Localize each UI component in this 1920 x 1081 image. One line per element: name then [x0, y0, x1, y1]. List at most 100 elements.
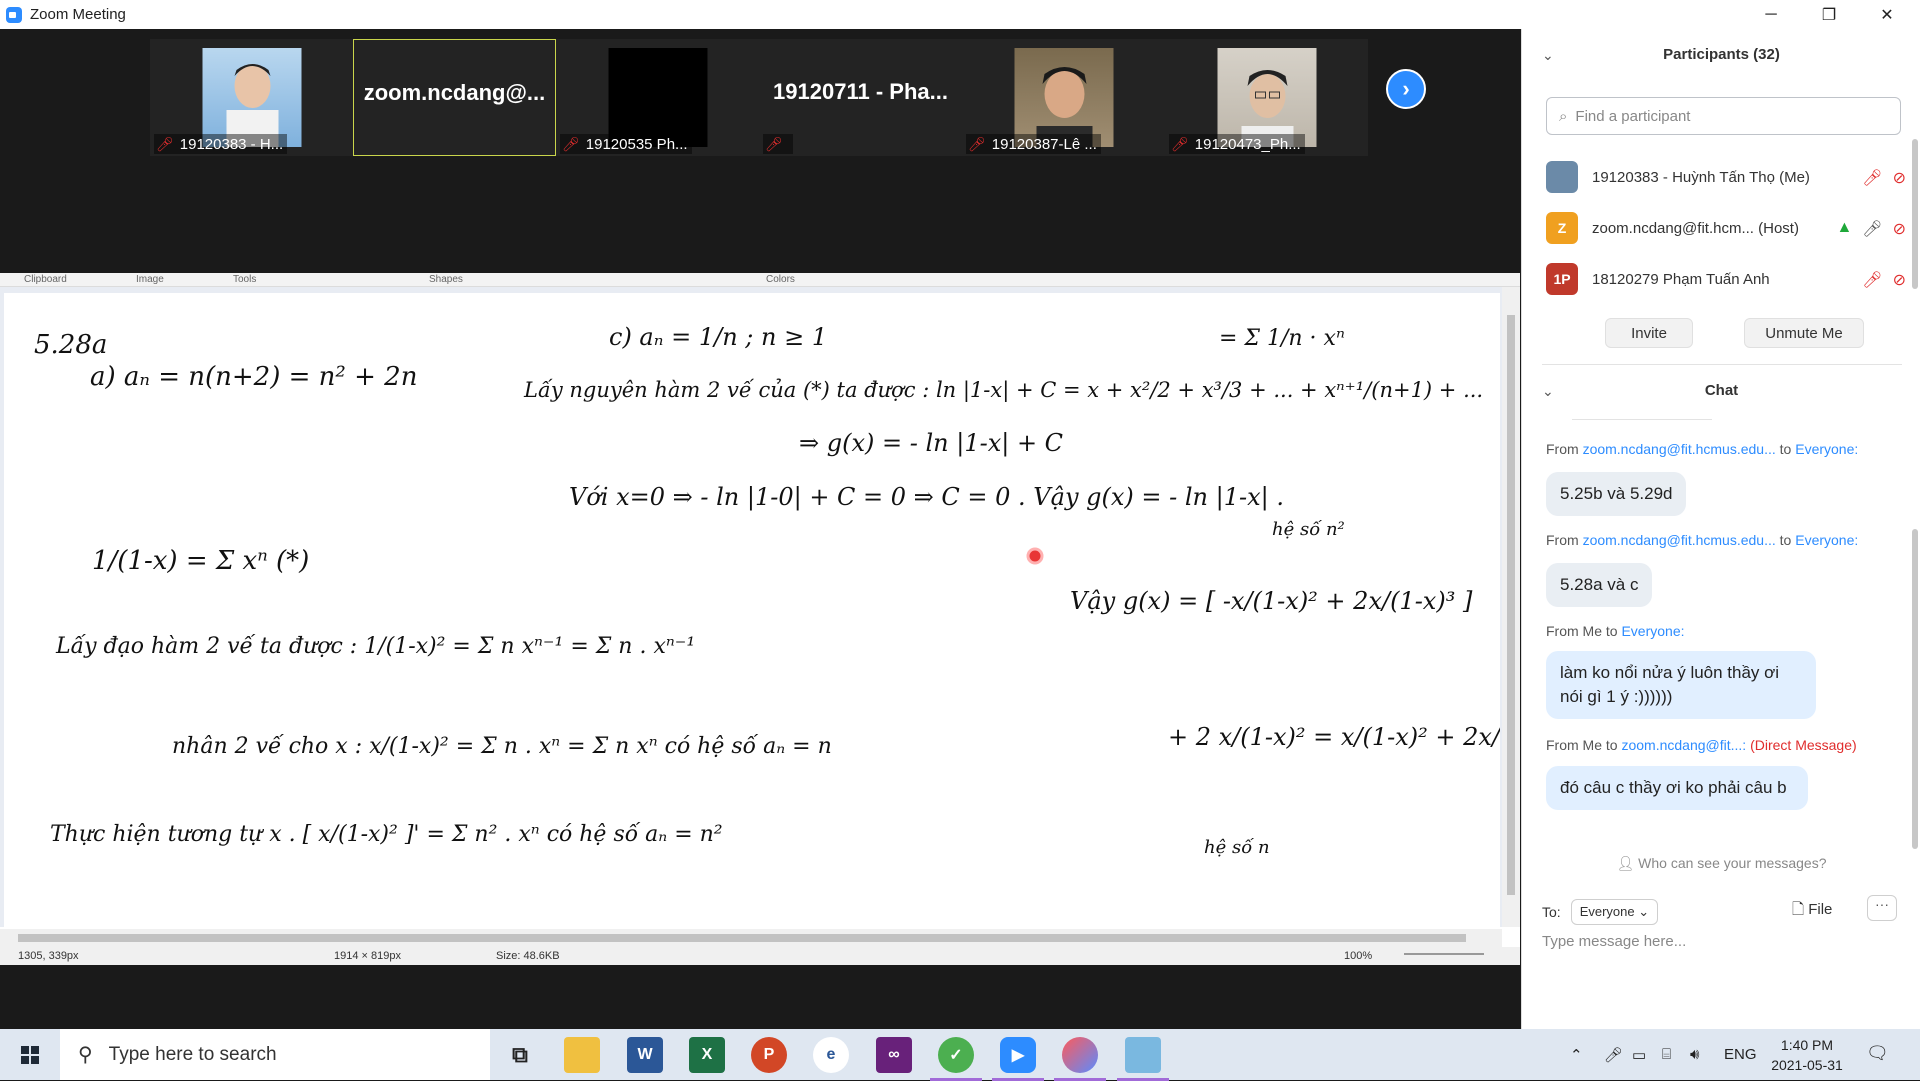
visual-studio-icon[interactable]: ∞ [876, 1037, 912, 1073]
canvas-area: 5.28a a) aₙ = n(n+2) = n² + 2n c) aₙ = 1… [0, 287, 1565, 929]
chat-title: Chat [1704, 382, 1739, 399]
math-line: hệ số n [1204, 837, 1270, 858]
battery-icon[interactable]: ▭ [1632, 1029, 1646, 1080]
ribbon-group-shapes[interactable]: Shapes [429, 274, 463, 285]
screen-share-icon: ▲ [1836, 219, 1853, 236]
to-label: To: [1542, 904, 1561, 920]
invite-button[interactable]: Invite [1605, 318, 1693, 348]
search-icon: ⚲ [78, 1044, 93, 1066]
video-off-icon: ⊘ [1892, 170, 1906, 187]
paint-icon[interactable] [1117, 1037, 1169, 1081]
muted-mic-icon: 🎤︎ [562, 135, 580, 152]
video-thumbnail[interactable]: 🎤︎ 19120473_Ph... [1165, 39, 1368, 156]
window-title: Zoom Meeting [30, 6, 126, 23]
paint3d-icon[interactable] [1054, 1037, 1106, 1081]
microphone-icon[interactable]: 🎤︎ [1604, 1029, 1623, 1080]
recipient-row: To: Everyone ⌄ [1542, 899, 1659, 925]
video-thumbnail[interactable]: 🎤︎ 19120535 Ph... [556, 39, 759, 156]
avatar: 1P [1546, 263, 1578, 295]
video-thumbnail-active-speaker[interactable]: zoom.ncdang@... [353, 39, 556, 156]
participant-photo [1217, 48, 1316, 147]
paint-ribbon: Clipboard Image Tools Shapes Colors [0, 273, 1520, 287]
participant-row[interactable]: 1P 18120279 Phạm Tuấn Anh 🎤︎ ⊘ [1546, 262, 1906, 296]
meeting-area: 🎤︎ 19120383 - H... zoom.ncdang@... 🎤︎ 1912… [0, 29, 1565, 1029]
muted-mic-icon: 🎤︎ [156, 135, 174, 152]
thumbnail-label: 🎤︎ 19120387-Lê ... [966, 134, 1101, 154]
math-line: nhân 2 vế cho x : x/(1-x)² = Σ n . xⁿ = … [172, 733, 832, 759]
network-icon[interactable]: ⌸ [1662, 1029, 1671, 1080]
file-explorer-icon[interactable] [564, 1037, 600, 1073]
title-bar: Zoom Meeting ─ ❐ ✕ [0, 0, 1920, 29]
math-line: Vậy g(x) = [ -x/(1-x)² + 2x/(1-x)³ ] [1070, 587, 1473, 615]
participants-scrollbar[interactable] [1912, 139, 1918, 289]
math-line: = Σ 1/n · xⁿ [1219, 326, 1345, 351]
participant-row[interactable]: 19120383 - Huỳnh Tấn Thọ (Me) 🎤︎ ⊘ [1546, 160, 1906, 194]
video-thumbnail[interactable]: 🎤︎ 19120383 - H... [150, 39, 353, 156]
zoom-slider[interactable] [1404, 953, 1484, 955]
recipient-link[interactable]: Everyone: [1795, 532, 1858, 548]
chat-scrollbar[interactable] [1912, 529, 1918, 849]
file-icon: 🗋︎ [1792, 901, 1809, 918]
file-button[interactable]: 🗋︎ File [1792, 899, 1832, 924]
notifications-icon[interactable]: 🗨︎ [1866, 1043, 1889, 1064]
windows-taskbar: ⚲ Type here to search ⧉ W X P e ∞ ✓ ▶ ⌃ 🎤… [0, 1029, 1920, 1081]
green-app-icon[interactable]: ✓ [930, 1037, 982, 1081]
taskbar-search-input[interactable]: ⚲ Type here to search [60, 1029, 490, 1080]
powerpoint-icon[interactable]: P [751, 1037, 787, 1073]
math-line: Thực hiện tương tự x . [ x/(1-x)² ]' = Σ… [50, 821, 723, 847]
avatar [1546, 161, 1578, 193]
thumbnail-label: 🎤︎ 19120383 - H... [154, 134, 288, 154]
unmute-me-button[interactable]: Unmute Me [1744, 318, 1864, 348]
edge-icon[interactable]: e [813, 1037, 849, 1073]
avatar: Z [1546, 212, 1578, 244]
show-hidden-icons-chevron-icon[interactable]: ⌃ [1570, 1029, 1583, 1080]
sender-link[interactable]: zoom.ncdang@fit.hcmus.edu... [1583, 441, 1776, 457]
thumbnail-label: 🎤︎ 19120535 Ph... [560, 134, 692, 154]
chat-message: 5.25b và 5.29d [1546, 472, 1687, 516]
participant-search-input[interactable]: ⌕ Find a participant [1546, 97, 1901, 135]
restore-button[interactable]: ❐ [1800, 0, 1858, 29]
chevron-down-icon: ⌄ [1638, 904, 1650, 919]
clock[interactable]: 1:40 PM 2021-05-31 [1762, 1035, 1852, 1075]
close-button[interactable]: ✕ [1858, 0, 1916, 29]
recipient-link[interactable]: zoom.ncdang@fit...: [1621, 737, 1746, 753]
search-icon: ⌕ [1559, 107, 1568, 125]
chat-message-input[interactable]: Type message here... [1542, 933, 1686, 950]
drawing-canvas[interactable]: 5.28a a) aₙ = n(n+2) = n² + 2n c) aₙ = 1… [4, 293, 1565, 929]
volume-icon[interactable]: 🔊︎ [1690, 1029, 1699, 1080]
sender-link[interactable]: zoom.ncdang@fit.hcmus.edu... [1583, 532, 1776, 548]
language-indicator[interactable]: ENG [1724, 1029, 1757, 1080]
next-page-arrow-icon[interactable]: › [1386, 69, 1426, 109]
math-line: ⇒ g(x) = - ln |1-x| + C [799, 429, 1063, 458]
task-view-icon[interactable]: ⧉ [502, 1037, 538, 1073]
chat-message: 5.28a và c [1546, 563, 1653, 607]
excel-icon[interactable]: X [689, 1037, 725, 1073]
participants-title: Participants (32) [1663, 46, 1780, 63]
zoom-taskbar-icon[interactable]: ▶ [992, 1037, 1044, 1081]
muted-mic-icon: 🎤︎ [765, 135, 783, 152]
ribbon-group-colors[interactable]: Colors [766, 274, 795, 285]
recipient-link[interactable]: Everyone: [1795, 441, 1858, 457]
recipient-link[interactable]: Everyone: [1621, 623, 1684, 639]
zoom-level: 100% [1344, 950, 1373, 962]
video-thumbnail[interactable]: 🎤︎ 19120387-Lê ... [962, 39, 1165, 156]
video-thumbnail[interactable]: 19120711 - Pha... 🎤︎ [759, 39, 962, 156]
side-panel: ⌄ Participants (32) ⌕ Find a participant … [1521, 29, 1920, 1029]
recipient-dropdown[interactable]: Everyone ⌄ [1570, 899, 1659, 925]
ribbon-group-image[interactable]: Image [136, 274, 164, 285]
minimize-button[interactable]: ─ [1742, 0, 1800, 29]
participant-display-name: zoom.ncdang@... [363, 80, 546, 105]
start-button[interactable] [0, 1029, 60, 1080]
who-can-see-link[interactable]: 👤︎ Who can see your messages? [1522, 855, 1920, 872]
participant-row[interactable]: Z zoom.ncdang@fit.hcm... (Host) ▲ 🎤︎ ⊘ [1546, 211, 1906, 245]
math-line: Lấy nguyên hàm 2 vế của (*) ta được : ln… [523, 378, 1483, 403]
vertical-scrollbar[interactable] [1502, 287, 1520, 927]
word-icon[interactable]: W [627, 1037, 663, 1073]
ribbon-group-clipboard[interactable]: Clipboard [24, 274, 67, 285]
horizontal-scrollbar[interactable] [0, 929, 1502, 947]
participant-photo [202, 48, 301, 147]
more-options-button[interactable]: ··· [1867, 895, 1897, 921]
math-line: + 2 x/(1-x)² = x/(1-x)² + 2x/(1-x)³ [1168, 723, 1500, 751]
video-off-icon: ⊘ [1892, 221, 1906, 238]
ribbon-group-tools[interactable]: Tools [233, 274, 256, 285]
